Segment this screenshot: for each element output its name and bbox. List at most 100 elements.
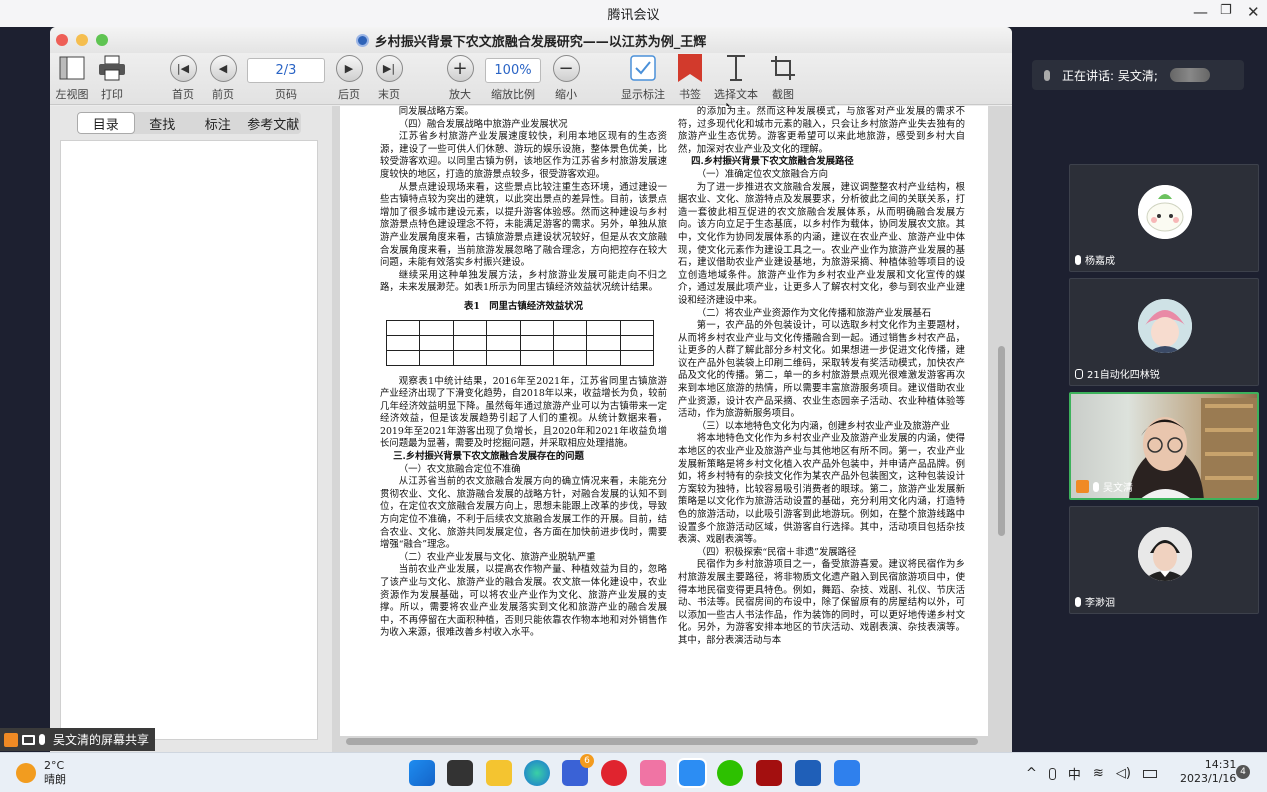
volume-icon[interactable]: ◁) [1116,766,1131,781]
paragraph: 的添加为主。然而这种发展模式，与旅客对产业发展的需求不符，过多现代化和城市元素的… [678,106,965,155]
start-menu-icon[interactable] [409,760,435,786]
subsection-heading: （四）积极探索“民宿＋非遗”发展路径 [696,546,857,558]
microphone-icon [39,734,45,745]
app-star-icon[interactable] [677,758,707,788]
tab-annotations[interactable]: 标注 [190,112,246,134]
zoom-in-button[interactable]: + 放大 [430,53,490,105]
table-caption: 表1 同里古镇经济效益状况 [463,300,584,312]
avatar [1138,527,1192,581]
page-number-label: 页码 [275,88,297,101]
screen-share-indicator[interactable]: 吴文清的屏幕共享 [0,728,155,751]
task-view-icon[interactable] [447,760,473,786]
table-cell [619,334,655,351]
last-page-button[interactable]: ▶| 末页 [359,53,419,105]
tab-contents[interactable]: 目录 [77,112,135,134]
host-icon [1076,480,1089,493]
table-cell [419,319,454,336]
reader-close-button[interactable] [56,34,68,46]
meeting-participants-panel: 正在讲话: 吴文清; 杨嘉成 21自动化四林锐 吴文清 李渺洄 [1012,27,1267,752]
statistics-table [385,319,655,366]
tab-references[interactable]: 参考文献 [246,112,302,134]
previous-page-button[interactable]: ◀ 前页 [193,53,253,105]
table-cell [586,349,621,366]
chevron-up-icon[interactable]: ^ [1026,766,1037,781]
reader-zoom-button[interactable] [96,34,108,46]
participant-tile[interactable]: 21自动化四林锐 [1069,278,1259,386]
wechat-icon[interactable] [717,760,743,786]
bilibili-icon[interactable] [640,760,666,786]
microphone-tray-icon[interactable] [1048,767,1056,780]
wifi-icon[interactable]: ≋ [1093,766,1104,781]
battery-icon[interactable] [1142,769,1157,778]
tencent-meeting-icon[interactable] [834,760,860,786]
participant-tile-active[interactable]: 吴文清 [1069,392,1259,500]
printer-icon [98,53,126,83]
table-cell [385,334,421,351]
subsection-heading: （三）以本地特色文化为内涵，创建乡村农业产业及旅游产业 [696,420,950,432]
table-cell [452,319,488,336]
screenshot-button[interactable]: 截图 [753,53,813,105]
bookmark-icon [676,53,704,83]
participant-tile[interactable]: 李渺洄 [1069,506,1259,614]
vertical-scrollbar[interactable] [998,346,1005,536]
paragraph: 从江苏省当前的农文旅融合发展方向的确立情况来看，未能充分贯彻农业、文化、旅游融合… [380,476,667,551]
table-cell [619,349,655,366]
subsection-heading: （二）将农业产业资源作为文化传播和旅游产业发展基石 [696,307,932,319]
paragraph: 继续采用这种单独发展方法，乡村旅游业发展可能走向不归之路，未来发展渺茫。如表1所… [380,269,667,294]
clock-date: 2023/1/16 [1180,772,1237,785]
sidebar-tabs: 目录 查找 标注 参考文献 [77,112,301,134]
clock[interactable]: 14:31 2023/1/16 [1180,758,1236,786]
table-cell [552,334,588,351]
reader-sidebar: 目录 查找 标注 参考文献 [50,106,332,752]
avatar [1138,299,1192,353]
maximize-button[interactable]: ❐ [1220,3,1232,18]
document-title: 乡村振兴背景下农文旅融合发展研究——以江苏为例_王辉 [374,34,707,50]
show-annotations-label: 显示标注 [621,88,665,101]
table-cell [552,319,588,336]
microphone-icon [1093,481,1099,492]
edge-browser-icon[interactable] [524,760,550,786]
next-page-label: 后页 [338,88,360,101]
zoom-out-button[interactable]: − 缩小 [536,53,596,105]
paragraph: 江苏省乡村旅游产业发展速度较快，利用本地区现有的生态资源，建设了一些可供人们休憩… [380,131,667,180]
page-view[interactable]: 同发展战略方案。 （四）融合发展战略中旅游产业发展状况 江苏省乡村旅游产业发展速度较… [332,106,1012,752]
word-icon[interactable] [795,760,821,786]
last-page-label: 末页 [378,88,400,101]
checkbox-icon [629,53,657,83]
todo-app-icon[interactable]: 6 [562,754,594,786]
close-button[interactable]: ✕ [1247,3,1260,21]
horizontal-scrollbar[interactable] [346,738,978,745]
pdf-reader-window: 乡村振兴背景下农文旅融合发展研究——以江苏为例_王辉 左视图 打印 |◀ 首页 … [50,27,1012,752]
speaking-text: 正在讲话: 吴文清; [1062,68,1158,83]
select-text-label: 选择文本 [714,88,758,101]
reader-minimize-button[interactable] [76,34,88,46]
table-cell [385,349,421,366]
minimize-button[interactable]: — [1193,3,1208,21]
right-text-column: 的添加为主。然而这种发展模式，与旅客对产业发展的需求不符，过多现代化和城市元素的… [678,106,965,736]
participant-name: 21自动化四林锐 [1087,370,1160,381]
weather-widget[interactable]: 2°C 晴朗 [16,759,66,787]
crop-icon [769,53,797,83]
print-button[interactable]: 打印 [82,53,142,105]
paragraph: 为了进一步推进农文旅融合发展，建议调整整农村产业结构，根据农业、文化、旅游特点及… [678,181,965,306]
pdf-app-icon [355,33,369,47]
bookmark-label: 书签 [679,88,701,101]
weather-temp: 2°C [44,759,65,772]
table-cell [519,334,554,351]
netease-music-icon[interactable] [601,760,627,786]
subsection-heading: （一）准确定位农文旅融合方向 [696,168,829,180]
file-explorer-icon[interactable] [486,760,512,786]
todo-badge: 6 [580,754,594,768]
notification-badge[interactable]: 4 [1236,765,1250,779]
participant-tile[interactable]: 杨嘉成 [1069,164,1259,272]
speaking-avatars [1169,68,1210,82]
table-of-contents-panel[interactable] [60,140,318,740]
subsection-heading: （四）融合发展战略中旅游产业发展状况 [398,118,568,130]
ime-indicator[interactable]: 中 [1068,764,1081,783]
speaking-indicator: 正在讲话: 吴文清; [1032,60,1244,90]
document-title-bar: 乡村振兴背景下农文旅融合发展研究——以江苏为例_王辉 [50,27,1012,53]
zoom-in-icon: + [446,54,474,82]
tab-search[interactable]: 查找 [135,112,191,134]
reader-toolbar: 左视图 打印 |◀ 首页 ◀ 前页 2/3 页码 ▶ 后页 ▶| 末页 + 放大… [50,53,1012,121]
acrobat-icon[interactable] [756,760,782,786]
